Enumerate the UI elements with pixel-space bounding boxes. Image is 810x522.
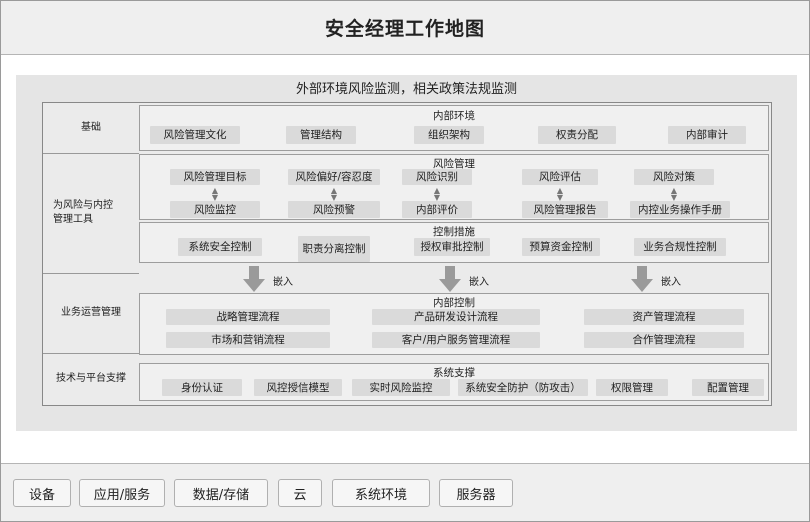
double-arrow-icon: ▲ ▼: [433, 186, 441, 202]
tag-button-apps-services[interactable]: 应用/服务: [79, 479, 165, 507]
double-arrow-icon: ▲ ▼: [211, 186, 219, 202]
risk-top-item: 风险识别: [402, 169, 472, 185]
double-arrow-icon: ▲ ▼: [330, 186, 338, 202]
embed-label: 嵌入: [469, 277, 489, 288]
system-support-title: 系统支撑: [433, 367, 475, 379]
tag-button-system-env[interactable]: 系统环境: [332, 479, 430, 507]
internal-control-item: 客户/用户服务管理流程: [372, 332, 540, 348]
internal-control-item: 战略管理流程: [166, 309, 330, 325]
embed-label: 嵌入: [661, 277, 681, 288]
system-support-item: 身份认证: [162, 379, 242, 396]
embed-label: 嵌入: [273, 277, 293, 288]
internal-env-item: 风险管理文化: [150, 126, 240, 144]
down-arrow-icon: [243, 266, 265, 292]
internal-control-item: 合作管理流程: [584, 332, 744, 348]
risk-bottom-item: 风险管理报告: [522, 201, 608, 218]
row-label-basic: 基础: [81, 122, 101, 133]
system-support-item: 风控授信模型: [254, 379, 342, 396]
risk-bottom-item: 内控业务操作手册: [630, 201, 730, 218]
control-item: 系统安全控制: [178, 238, 262, 256]
internal-env-item: 权责分配: [538, 126, 616, 144]
double-arrow-icon: ▲ ▼: [556, 186, 564, 202]
risk-top-item: 风险评估: [522, 169, 598, 185]
tag-bar: 设备 应用/服务 数据/存储 云 系统环境 服务器: [1, 463, 809, 521]
internal-control-item: 市场和营销流程: [166, 332, 330, 348]
control-item: 职责分离控制: [298, 236, 370, 262]
double-arrow-icon: ▲ ▼: [670, 186, 678, 202]
system-support-item: 系统安全防护（防攻击）: [458, 379, 588, 396]
system-support-section: 系统支撑 身份认证 风控授信模型 实时风险监控 系统安全防护（防攻击） 权限管理…: [139, 363, 769, 401]
control-item: 预算资金控制: [522, 238, 600, 256]
internal-control-title: 内部控制: [433, 297, 475, 309]
diagram-frame: 基础 为风险与内控管理工具 业务运营管理 技术与平台支撑 内部环境 风险管理文化…: [42, 102, 772, 406]
risk-management-section: 风险管理 风险管理目标 风险偏好/容忍度 风险识别 风险评估 风险对策 ▲ ▼ ▲…: [139, 154, 769, 220]
control-item: 业务合规性控制: [634, 238, 726, 256]
control-measures-section: 控制措施 系统安全控制 职责分离控制 授权审批控制 预算资金控制 业务合规性控制: [139, 222, 769, 263]
diagram-title: 外部环境风险监测，相关政策法规监测: [295, 82, 517, 97]
tag-button-servers[interactable]: 服务器: [439, 479, 513, 507]
system-support-item: 实时风险监控: [352, 379, 450, 396]
risk-top-item: 风险偏好/容忍度: [288, 169, 380, 185]
page-title: 安全经理工作地图: [324, 18, 485, 40]
security-map-diagram: 外部环境风险监测，相关政策法规监测 基础 为风险与内控管理工具 业务运营管理 技…: [16, 75, 797, 431]
down-arrow-icon: [439, 266, 461, 292]
system-support-item: 权限管理: [596, 379, 668, 396]
tag-button-devices[interactable]: 设备: [13, 479, 71, 507]
internal-control-item: 产品研发设计流程: [372, 309, 540, 325]
risk-bottom-item: 风险监控: [170, 201, 260, 218]
risk-bottom-item: 内部评价: [402, 201, 472, 218]
control-item: 授权审批控制: [414, 238, 490, 256]
title-bar: 安全经理工作地图: [1, 1, 809, 55]
row-label-ops: 业务运营管理: [61, 307, 121, 318]
control-measures-title: 控制措施: [433, 226, 475, 238]
risk-top-item: 风险对策: [634, 169, 714, 185]
tag-button-data-storage[interactable]: 数据/存储: [174, 479, 268, 507]
system-support-item: 配置管理: [692, 379, 764, 396]
internal-control-section: 内部控制 战略管理流程 产品研发设计流程 资产管理流程 市场和营销流程 客户/用…: [139, 293, 769, 355]
content-area: 外部环境风险监测，相关政策法规监测 基础 为风险与内控管理工具 业务运营管理 技…: [1, 55, 809, 463]
tag-button-cloud[interactable]: 云: [278, 479, 322, 507]
internal-environment-title: 内部环境: [433, 110, 475, 122]
down-arrow-icon: [631, 266, 653, 292]
internal-control-item: 资产管理流程: [584, 309, 744, 325]
internal-env-item: 管理结构: [286, 126, 356, 144]
row-label-tools: 为风险与内控管理工具: [43, 153, 139, 273]
risk-top-item: 风险管理目标: [170, 169, 260, 185]
internal-env-item: 组织架构: [414, 126, 484, 144]
risk-bottom-item: 风险预警: [288, 201, 380, 218]
internal-env-item: 内部审计: [668, 126, 746, 144]
internal-environment-section: 内部环境 风险管理文化 管理结构 组织架构 权责分配 内部审计: [139, 105, 769, 151]
row-label-tech: 技术与平台支撑: [56, 373, 126, 384]
row-label-tools-text: 为风险与内控管理工具: [53, 200, 113, 225]
app-window: 安全经理工作地图 外部环境风险监测，相关政策法规监测 基础 为风险与内控管理工具…: [0, 0, 810, 522]
